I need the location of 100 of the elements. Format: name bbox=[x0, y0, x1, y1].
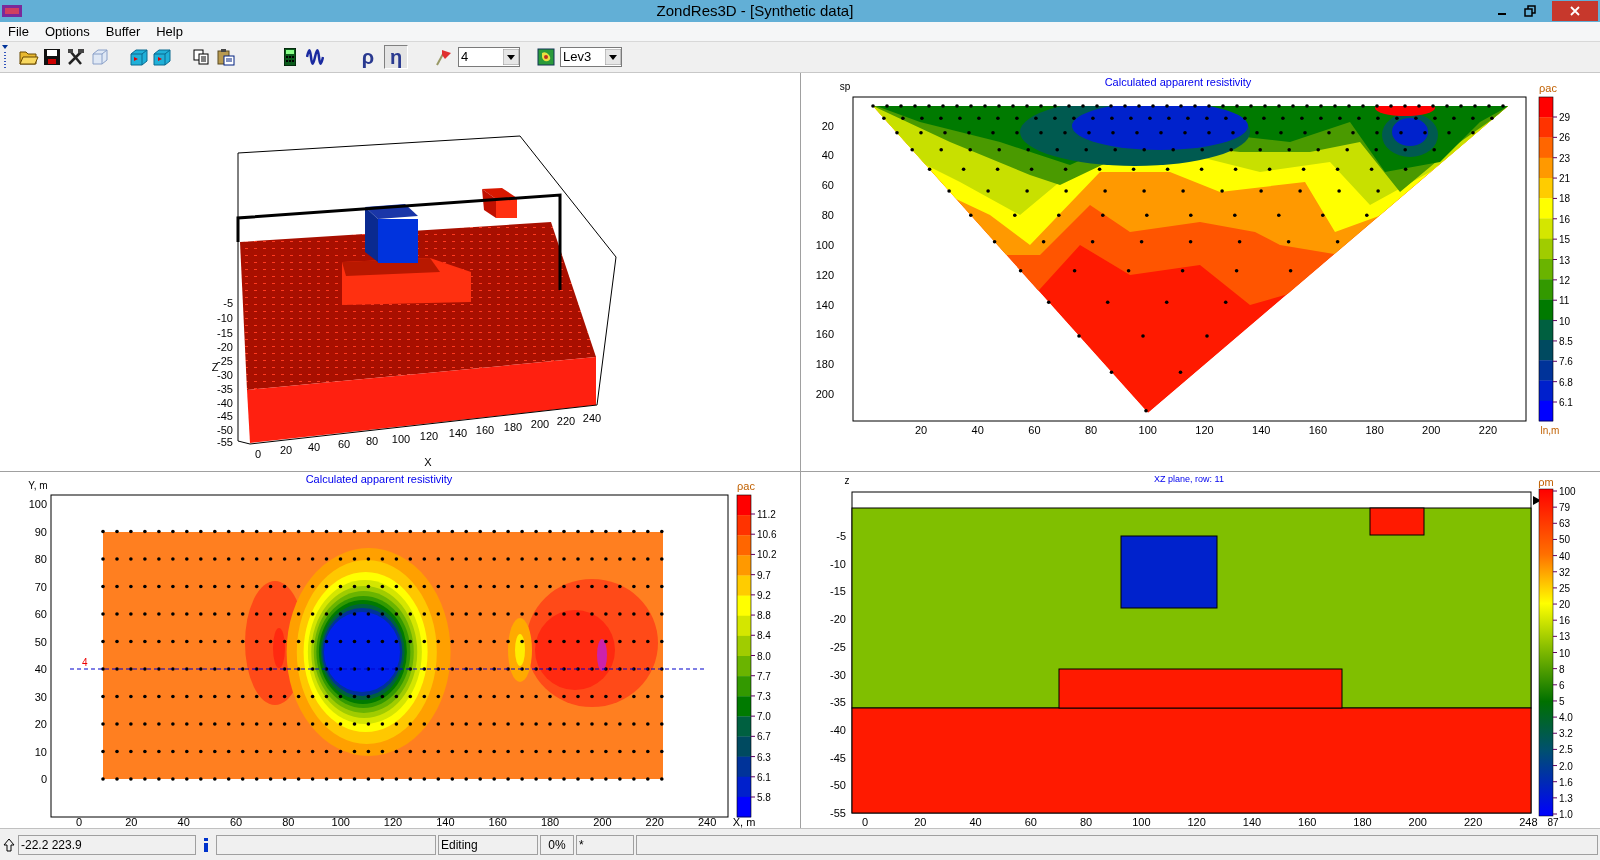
axis-tick-label: 120 bbox=[1195, 424, 1214, 436]
scale-label: 9.2 bbox=[757, 589, 771, 601]
scale-label: 6.3 bbox=[757, 751, 771, 763]
scale-label: 63 bbox=[1559, 518, 1571, 530]
axis-tick-label: 20 bbox=[914, 816, 927, 828]
scale-label: 8.4 bbox=[757, 630, 771, 642]
scale-label: 11.2 bbox=[757, 509, 776, 520]
scale-label: 2.0 bbox=[1559, 760, 1573, 772]
scale-label: 7.7 bbox=[757, 670, 771, 682]
cursor-value: 87 bbox=[1547, 817, 1559, 828]
axis-tick-label: 180 bbox=[540, 816, 560, 828]
axis-tick-label: 180 bbox=[1353, 816, 1372, 828]
axis-tick-label: 60 bbox=[229, 816, 243, 828]
axis-tick-label: 40 bbox=[307, 441, 321, 453]
axis-tick-label: 80 bbox=[34, 553, 47, 565]
axis-tick-label: 80 bbox=[1084, 424, 1098, 436]
parameter-button[interactable]: η bbox=[384, 45, 408, 69]
restore-icon[interactable] bbox=[1524, 5, 1536, 17]
scale-label: 12 bbox=[1559, 274, 1571, 286]
scale-label: 8.0 bbox=[757, 650, 771, 662]
axis-tick-label: 220 bbox=[645, 816, 664, 828]
axis-label: X bbox=[424, 456, 432, 468]
axis-label: Y, m bbox=[28, 480, 48, 491]
scale-label: 1.0 bbox=[1559, 809, 1573, 820]
progress-field: 0% bbox=[540, 834, 574, 855]
axis-tick-label: 200 bbox=[1408, 816, 1427, 828]
menu-item[interactable]: Help bbox=[150, 21, 189, 42]
toolbar-grip-icon[interactable] bbox=[2, 44, 8, 70]
menu-item[interactable]: Buffer bbox=[99, 21, 147, 42]
mode-field: Editing bbox=[438, 834, 538, 855]
coordinates-field: -22.2 223.9 bbox=[18, 834, 196, 855]
axis-tick-label: 90 bbox=[34, 525, 47, 538]
axis-tick-label: 100 bbox=[815, 238, 834, 251]
level-select[interactable]: Lev3 bbox=[560, 47, 622, 67]
axis-tick-label: 0 bbox=[75, 816, 83, 828]
calculator-icon[interactable] bbox=[284, 48, 296, 66]
axis-tick-label: 50 bbox=[34, 635, 47, 648]
axis-tick-label: 120 bbox=[383, 816, 403, 828]
copy-icon[interactable] bbox=[192, 48, 210, 66]
close-button[interactable] bbox=[1552, 1, 1598, 21]
dropdown-arrow-icon[interactable] bbox=[503, 49, 519, 65]
axis-tick-label: 100 bbox=[331, 816, 350, 828]
scale-label: 15 bbox=[1559, 234, 1571, 246]
axis-tick-label: 200 bbox=[1422, 424, 1441, 436]
axis-tick-label: -10 bbox=[217, 312, 233, 324]
scale-label: 7.0 bbox=[757, 711, 771, 723]
cube-left-arrow-icon[interactable] bbox=[129, 48, 149, 66]
app-icon bbox=[2, 4, 22, 18]
axis-tick-label: 20 bbox=[279, 444, 293, 456]
scale-label: 6.7 bbox=[757, 731, 771, 743]
scale-label: 50 bbox=[1559, 534, 1571, 546]
profile-select[interactable]: 4 bbox=[458, 47, 520, 67]
open-folder-icon[interactable] bbox=[19, 48, 39, 66]
scale-label: 20 bbox=[1559, 599, 1571, 611]
axis-tick-label: 0 bbox=[40, 773, 47, 785]
axis-tick-label: 20 bbox=[914, 424, 928, 436]
axis-tick-label: 80 bbox=[821, 209, 834, 221]
paste-icon[interactable] bbox=[217, 48, 235, 66]
scale-label: 26 bbox=[1559, 132, 1571, 144]
axis-tick-label: -40 bbox=[217, 397, 233, 409]
parameter-button[interactable]: ρ bbox=[356, 45, 380, 69]
scale-label: 40 bbox=[1559, 550, 1571, 562]
scale-label: 32 bbox=[1559, 566, 1571, 578]
axis-tick-label: -45 bbox=[217, 410, 233, 422]
scale-label: 13 bbox=[1559, 631, 1571, 643]
menu-item[interactable]: Options bbox=[38, 21, 96, 42]
scale-label: 10 bbox=[1559, 315, 1571, 327]
axis-tick-label: 140 bbox=[815, 298, 834, 311]
axis-tick-label: -35 bbox=[830, 696, 846, 709]
scale-title: ρac bbox=[737, 480, 755, 492]
axis-tick-label: -30 bbox=[217, 369, 233, 381]
tools-icon[interactable] bbox=[67, 48, 85, 66]
axis-tick-label: 0 bbox=[254, 448, 262, 460]
info-icon bbox=[203, 836, 209, 853]
axis-tick-label: -20 bbox=[830, 613, 846, 626]
axis-tick-label: 248 bbox=[1519, 816, 1538, 828]
axis-tick-label: -35 bbox=[217, 383, 233, 395]
scale-label: 8.5 bbox=[1559, 335, 1573, 347]
axis-tick-label: -55 bbox=[217, 436, 233, 448]
map-icon[interactable] bbox=[537, 48, 555, 66]
save-icon[interactable] bbox=[43, 48, 61, 66]
axis-tick-label: -15 bbox=[830, 585, 846, 598]
axis-tick-label: 220 bbox=[1463, 816, 1483, 828]
dropdown-arrow-icon[interactable] bbox=[605, 49, 621, 65]
axis-tick-label: 60 bbox=[1028, 424, 1041, 436]
pointer-icon bbox=[2, 836, 16, 853]
scale-label: 2.5 bbox=[1559, 744, 1573, 756]
axis-tick-label: -5 bbox=[223, 297, 233, 309]
chart-title: Calculated apparent resistivity bbox=[1104, 76, 1252, 88]
scale-label: 21 bbox=[1559, 173, 1571, 185]
cube-right-arrow-icon[interactable] bbox=[152, 48, 172, 66]
flag-icon[interactable] bbox=[434, 48, 452, 66]
axis-tick-label: 0 bbox=[861, 816, 869, 828]
axis-tick-label: 220 bbox=[556, 415, 576, 427]
modified-field: * bbox=[576, 834, 634, 855]
axis-tick-label: -50 bbox=[217, 424, 233, 436]
axis-tick-label: 140 bbox=[436, 816, 455, 828]
waveform-icon[interactable] bbox=[306, 48, 324, 66]
axis-tick-label: -10 bbox=[830, 557, 846, 570]
menu-item[interactable]: File bbox=[2, 21, 35, 42]
